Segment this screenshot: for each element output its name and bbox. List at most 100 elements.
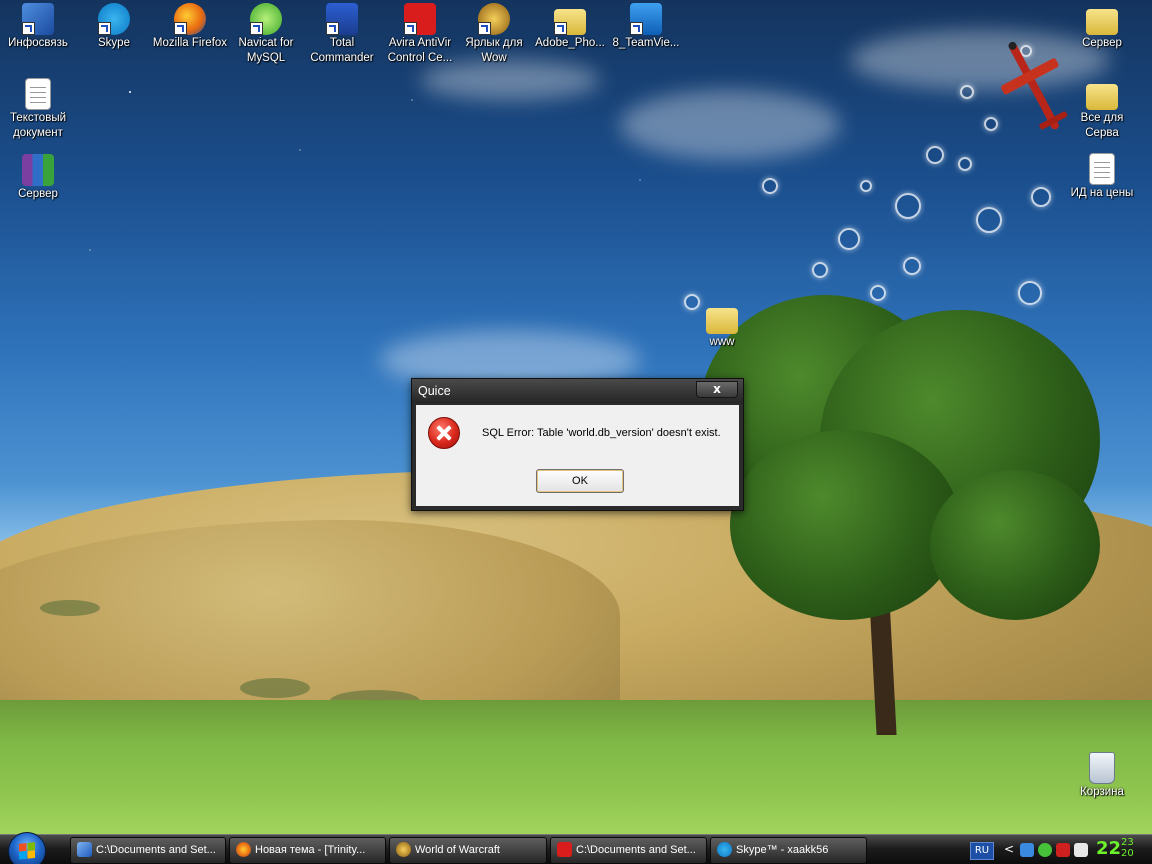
bubble xyxy=(926,146,944,164)
dialog-title: Quice xyxy=(418,384,451,398)
desktop-icon-label: ИД на цены xyxy=(1070,187,1134,199)
error-dialog: Quice x SQL Error: Table 'world.db_versi… xyxy=(411,378,744,511)
bubble xyxy=(838,228,860,250)
desktop-icon-text-document[interactable]: Текстовый документ xyxy=(0,78,76,141)
bush xyxy=(40,600,100,616)
taskbar-button-label: C:\Documents and Set... xyxy=(576,844,696,856)
taskbar-button-label: Skype™ - xaakk56 xyxy=(736,844,829,856)
error-message: SQL Error: Table 'world.db_version' does… xyxy=(482,427,721,439)
bubble xyxy=(960,85,974,99)
dialog-body: SQL Error: Table 'world.db_version' does… xyxy=(416,405,739,506)
bubble xyxy=(870,285,886,301)
desktop-icon-label: Skype xyxy=(98,37,130,49)
desktop-icon-label: Avira AntiVir Control Ce... xyxy=(387,37,453,64)
taskbar-button-label: Новая тема - [Trinity... xyxy=(255,844,366,856)
windows-logo-icon xyxy=(19,842,35,860)
skype-icon xyxy=(98,3,130,35)
desktop-icon-recycle-bin[interactable]: Корзина xyxy=(1064,752,1140,800)
taskbar-button-firefox[interactable]: Новая тема - [Trinity... xyxy=(229,837,386,864)
cloud xyxy=(620,90,840,160)
teamviewer-icon xyxy=(630,3,662,35)
bush xyxy=(240,678,310,698)
desktop-icon-server-folder[interactable]: Сервер xyxy=(1064,3,1140,51)
error-icon xyxy=(428,417,460,449)
bubble xyxy=(762,178,778,194)
ok-button[interactable]: OK xyxy=(536,469,624,493)
desktop-icon-skype[interactable]: Skype xyxy=(76,3,152,51)
bubble xyxy=(895,193,921,219)
dialog-title-bar[interactable]: Quice x xyxy=(412,379,743,403)
clock-minutes: 23 xyxy=(1121,837,1134,848)
desktop-icon-adobe-photoshop[interactable]: Adobe_Pho... xyxy=(532,3,608,51)
text-document-icon xyxy=(1089,153,1115,185)
system-tray: RU < 22 23 20 xyxy=(966,835,1152,864)
folder-icon xyxy=(1086,9,1118,35)
cloud xyxy=(420,60,600,100)
desktop-icon-vse-dlya-serva[interactable]: Все для Серва xyxy=(1064,78,1140,141)
firefox-icon xyxy=(174,3,206,35)
desktop-icon-firefox[interactable]: Mozilla Firefox xyxy=(152,3,228,51)
desktop-icon-label: 8_TeamVie... xyxy=(612,37,680,49)
taskbar-button-skype[interactable]: Skype™ - xaakk56 xyxy=(710,837,867,864)
desktop-icon-label: Все для Серва xyxy=(1080,112,1124,139)
desktop-icon-label: Сервер xyxy=(1082,37,1122,49)
wow-icon xyxy=(396,841,411,857)
skype-icon xyxy=(717,841,732,857)
tree-canopy xyxy=(730,430,960,620)
bubble xyxy=(976,207,1002,233)
taskbar-button-wow[interactable]: World of Warcraft xyxy=(389,837,547,864)
avira-icon xyxy=(404,3,436,35)
taskbar: C:\Documents and Set... Новая тема - [Tr… xyxy=(0,832,1152,864)
network-icon[interactable] xyxy=(1020,843,1034,857)
avira-tray-icon[interactable] xyxy=(1074,843,1088,857)
desktop-icon-label: Инфосвязь xyxy=(8,37,68,49)
taskbar-button-avira-explorer[interactable]: C:\Documents and Set... xyxy=(550,837,707,864)
bubble xyxy=(1018,281,1042,305)
wow-icon xyxy=(478,3,510,35)
desktop-icon-infosvyaz[interactable]: Инфосвязь xyxy=(0,3,76,51)
avira-icon xyxy=(557,841,572,857)
desktop-icon-server-archive[interactable]: Сервер xyxy=(0,154,76,202)
desktop-icon-label: Mozilla Firefox xyxy=(152,37,228,49)
desktop-icon-id-na-ceny[interactable]: ИД на цены xyxy=(1064,153,1140,201)
language-indicator[interactable]: RU xyxy=(970,842,994,860)
desktop-icon-label: Total Commander xyxy=(310,37,374,64)
clock-seconds: 20 xyxy=(1121,848,1134,859)
bubble xyxy=(903,257,921,275)
desktop-icon-total-commander[interactable]: Total Commander xyxy=(304,3,380,66)
clock-hour[interactable]: 22 xyxy=(1096,838,1121,859)
clock-minutes-seconds[interactable]: 23 20 xyxy=(1121,837,1134,859)
desktop-icon-www[interactable]: www xyxy=(684,302,760,350)
bubble xyxy=(958,157,972,171)
firefox-icon xyxy=(236,841,251,857)
taskbar-button-explorer[interactable]: C:\Documents and Set... xyxy=(70,837,226,864)
grass-field xyxy=(0,700,1152,834)
text-document-icon xyxy=(25,78,51,110)
desktop-icon-avira[interactable]: Avira AntiVir Control Ce... xyxy=(380,3,460,66)
navicat-icon xyxy=(250,3,282,35)
tree-canopy xyxy=(930,470,1100,620)
tray-expand-chevron-icon[interactable]: < xyxy=(1004,842,1014,856)
folder-icon xyxy=(706,308,738,334)
desktop-icon-label: Текстовый документ xyxy=(9,112,67,139)
airplane-decoration xyxy=(1001,41,1068,130)
recycle-bin-icon xyxy=(1089,752,1115,784)
desktop-icon-teamviewer[interactable]: 8_TeamVie... xyxy=(606,3,686,51)
taskbar-button-label: C:\Documents and Set... xyxy=(96,844,216,856)
desktop-icon-navicat[interactable]: Navicat for MySQL xyxy=(228,3,304,66)
start-button[interactable] xyxy=(8,832,46,864)
close-button[interactable]: x xyxy=(696,381,738,398)
desktop-icon-label: Adobe_Pho... xyxy=(535,37,605,49)
folder-icon xyxy=(554,9,586,35)
antivirus-tray-icon[interactable] xyxy=(1056,843,1070,857)
tray-status-icon[interactable] xyxy=(1038,843,1052,857)
desktop-icon-label: Корзина xyxy=(1080,786,1124,798)
desktop-icon-label: Ярлык для Wow xyxy=(465,37,523,64)
desktop-icon-label: www xyxy=(709,336,735,348)
bubble xyxy=(1031,187,1051,207)
desktop-icon-label: Navicat for MySQL xyxy=(238,37,294,64)
network-shortcut-icon xyxy=(22,3,54,35)
winrar-icon xyxy=(22,154,54,186)
desktop-icon-wow[interactable]: Ярлык для Wow xyxy=(456,3,532,66)
taskbar-button-label: World of Warcraft xyxy=(415,844,500,856)
